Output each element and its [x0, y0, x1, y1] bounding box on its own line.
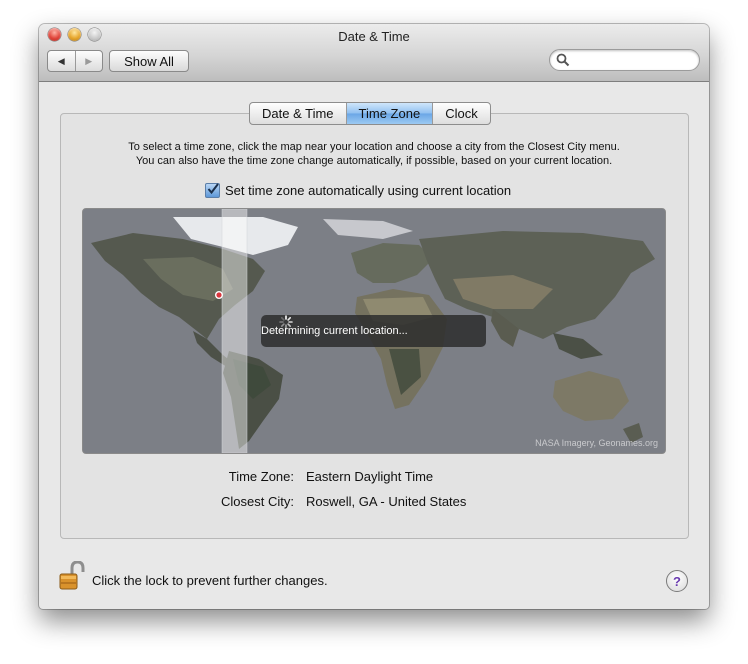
window-title: Date & Time [338, 29, 410, 44]
closest-city-label: Closest City: [221, 494, 294, 509]
map-credit: NASA Imagery, Geonames.org [535, 438, 658, 448]
tab-date-time[interactable]: Date & Time [250, 103, 346, 124]
instructions-line-1: To select a time zone, click the map nea… [128, 141, 620, 153]
preferences-window: Date & Time ◀ ▶ Show All Date & Time Tim… [39, 24, 709, 609]
show-all-button[interactable]: Show All [109, 50, 189, 72]
auto-time-zone-label: Set time zone automatically using curren… [225, 182, 512, 198]
search-field[interactable] [549, 49, 700, 71]
closest-city-row: Closest City: [39, 494, 294, 510]
time-zone-value: Eastern Daylight Time [306, 469, 434, 484]
time-zone-label: Time Zone: [228, 469, 294, 484]
spinner-icon [279, 315, 293, 329]
checkmark-icon [207, 182, 219, 194]
forward-arrow-icon[interactable]: ▶ [74, 51, 103, 71]
time-zone-row: Time Zone: [39, 469, 294, 485]
location-status-overlay: Determining current location... [261, 315, 486, 347]
auto-time-zone-option[interactable]: Set time zone automatically using curren… [205, 182, 511, 198]
instructions: To select a time zone, click the map nea… [79, 140, 669, 168]
tab-time-zone[interactable]: Time Zone [345, 103, 433, 124]
lock-icon[interactable] [58, 561, 86, 591]
instructions-line-2: You can also have the time zone change a… [135, 155, 613, 167]
back-arrow-icon[interactable]: ◀ [48, 51, 75, 71]
tab-bar: Date & Time Time Zone Clock [249, 102, 491, 125]
time-zone-map[interactable]: Determining current location... NASA Ima… [82, 208, 666, 454]
tab-clock[interactable]: Clock [432, 103, 490, 124]
back-forward-control: ◀ ▶ [47, 50, 103, 72]
title-bar: Date & Time ◀ ▶ Show All [39, 24, 709, 82]
help-button[interactable]: ? [666, 570, 688, 592]
auto-time-zone-checkbox[interactable] [205, 182, 220, 198]
lock-message: Click the lock to prevent further change… [92, 573, 328, 588]
closest-city-value[interactable]: Roswell, GA - United States [306, 494, 466, 509]
search-icon [556, 53, 570, 67]
